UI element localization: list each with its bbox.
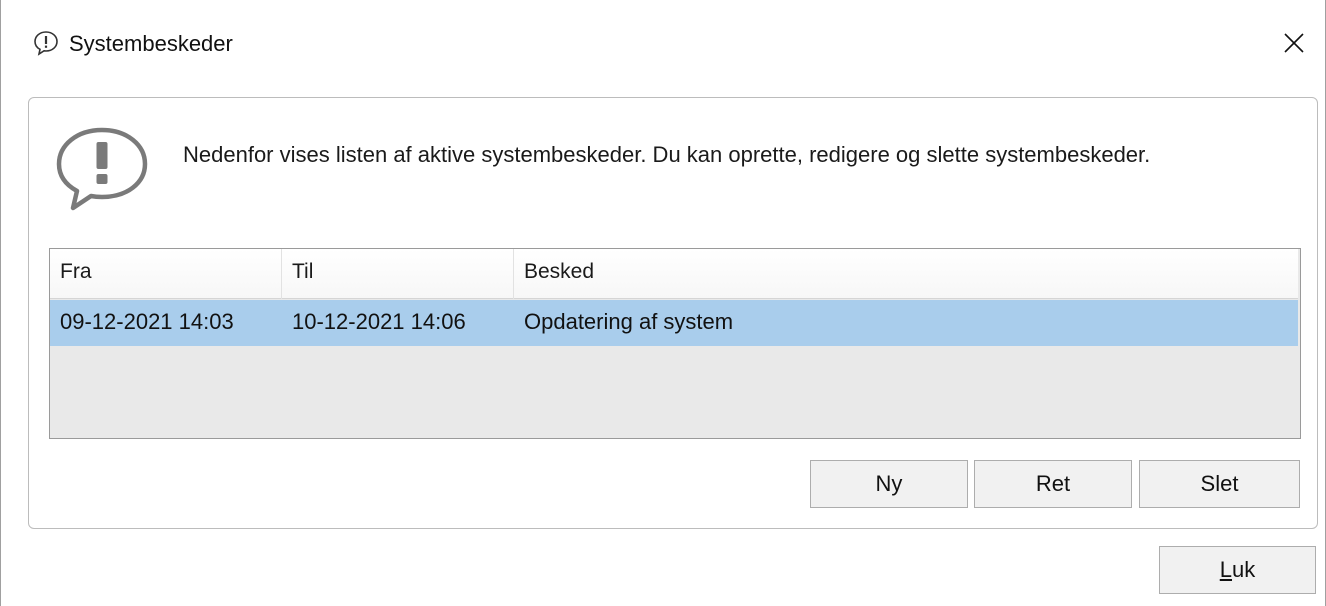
title-bar[interactable]: Systembeskeder [1, 0, 1325, 88]
new-button[interactable]: Ny [810, 460, 968, 508]
messages-group: Nedenfor vises listen af aktive systembe… [28, 97, 1318, 529]
info-text: Nedenfor vises listen af aktive systembe… [183, 142, 1151, 167]
mnemonic-letter: L [1219, 557, 1232, 582]
table-header: Fra Til Besked [50, 249, 1298, 299]
cell-besked: Opdatering af system [524, 309, 734, 334]
close-icon [1284, 33, 1304, 53]
speech-exclamation-icon [53, 124, 151, 212]
window-title: Systembeskeder [69, 31, 233, 56]
close-dialog-label: uk [1232, 557, 1256, 582]
column-header-fra[interactable]: Fra [50, 249, 282, 299]
messages-table[interactable]: Fra Til Besked 09-12-2021 14:03 10-12-20… [49, 248, 1301, 439]
delete-button[interactable]: Slet [1139, 460, 1300, 508]
edit-button[interactable]: Ret [974, 460, 1132, 508]
column-header-til[interactable]: Til [282, 249, 514, 299]
close-dialog-button[interactable]: Luk [1159, 546, 1316, 594]
column-header-besked[interactable]: Besked [514, 249, 1298, 299]
dialog-window: Systembeskeder Nedenfor vises listen af … [0, 0, 1326, 606]
table-row[interactable]: 09-12-2021 14:03 10-12-2021 14:06 Opdate… [50, 300, 1298, 346]
cell-til: 10-12-2021 14:06 [292, 309, 466, 334]
cell-fra: 09-12-2021 14:03 [60, 309, 234, 334]
message-exclamation-icon [33, 30, 59, 56]
close-button[interactable] [1271, 20, 1317, 66]
